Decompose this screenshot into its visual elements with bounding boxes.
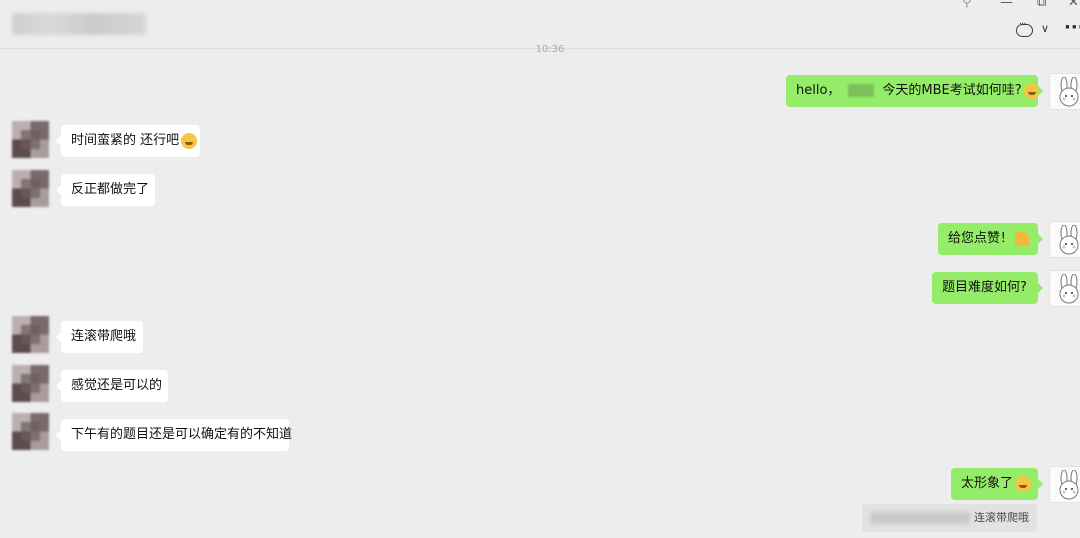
chat-header: ⚲ — ⧉ ✕ ∨ ··· bbox=[0, 0, 1080, 49]
smile-emoji-icon bbox=[181, 132, 198, 149]
message-text: 时间蛮紧的 还行吧 bbox=[71, 133, 180, 148]
message-bubble-contact[interactable]: 感觉还是可以的 bbox=[56, 370, 168, 402]
message-text: 今天的MBE考试如何哇? bbox=[882, 83, 1022, 98]
bunny-icon bbox=[1059, 274, 1079, 304]
self-avatar[interactable] bbox=[1049, 466, 1080, 503]
contact-avatar[interactable] bbox=[12, 121, 49, 158]
message-text: 给您点赞！ bbox=[948, 231, 1014, 246]
chat-icon[interactable] bbox=[1016, 19, 1033, 37]
chevron-down-icon[interactable]: ∨ bbox=[1041, 22, 1049, 35]
quoted-message[interactable]: 连滚带爬哦 bbox=[862, 504, 1037, 532]
message-text: 连滚带爬哦 bbox=[71, 329, 137, 344]
contact-avatar[interactable] bbox=[12, 365, 49, 402]
self-avatar[interactable] bbox=[1049, 270, 1080, 307]
minimize-icon[interactable]: — bbox=[1000, 0, 1013, 10]
thumbs-up-icon bbox=[1015, 231, 1030, 246]
message-text: 题目难度如何? bbox=[942, 280, 1027, 295]
bunny-icon bbox=[1059, 470, 1079, 500]
message-bubble-self[interactable]: hello， 今天的MBE考试如何哇? bbox=[786, 75, 1043, 107]
message-text: hello， bbox=[796, 83, 841, 98]
self-avatar[interactable] bbox=[1049, 221, 1080, 258]
message-bubble-self[interactable]: 给您点赞！ bbox=[938, 223, 1043, 255]
more-icon[interactable]: ··· bbox=[1064, 17, 1080, 38]
contact-avatar[interactable] bbox=[12, 413, 49, 450]
pin-icon[interactable]: ⚲ bbox=[962, 0, 972, 10]
contact-avatar[interactable] bbox=[12, 316, 49, 353]
message-text: 感觉还是可以的 bbox=[71, 378, 163, 393]
message-bubble-contact[interactable]: 时间蛮紧的 还行吧 bbox=[56, 125, 200, 157]
close-icon[interactable]: ✕ bbox=[1068, 0, 1079, 10]
message-timestamp: 10:36 bbox=[535, 44, 565, 55]
laugh-emoji-icon bbox=[1015, 475, 1032, 492]
message-text: 太形象了 bbox=[961, 476, 1014, 491]
contact-name-redacted bbox=[12, 13, 146, 35]
maximize-icon[interactable]: ⧉ bbox=[1037, 0, 1046, 10]
smile-emoji-icon bbox=[1023, 82, 1040, 99]
bunny-icon bbox=[1059, 225, 1079, 255]
self-avatar[interactable] bbox=[1049, 73, 1080, 110]
message-bubble-self[interactable]: 题目难度如何? bbox=[932, 272, 1043, 304]
quoted-text: 连滚带爬哦 bbox=[974, 511, 1029, 524]
message-bubble-contact[interactable]: 下午有的题目还是可以确定有的不知道 bbox=[56, 419, 293, 451]
bunny-icon bbox=[1059, 77, 1079, 107]
message-bubble-self[interactable]: 太形象了 bbox=[951, 468, 1043, 500]
quoted-sender-redacted bbox=[870, 512, 970, 524]
message-text: 下午有的题目还是可以确定有的不知道 bbox=[71, 427, 293, 442]
message-bubble-contact[interactable]: 连滚带爬哦 bbox=[56, 321, 143, 353]
contact-avatar[interactable] bbox=[12, 170, 49, 207]
chat-window: ⚲ — ⧉ ✕ ∨ ··· 10:36 hello， 今天的MBE考试如何哇? 时… bbox=[0, 0, 1080, 538]
message-bubble-contact[interactable]: 反正都做完了 bbox=[56, 174, 155, 206]
redacted-name bbox=[848, 84, 875, 97]
message-text: 反正都做完了 bbox=[71, 182, 150, 197]
